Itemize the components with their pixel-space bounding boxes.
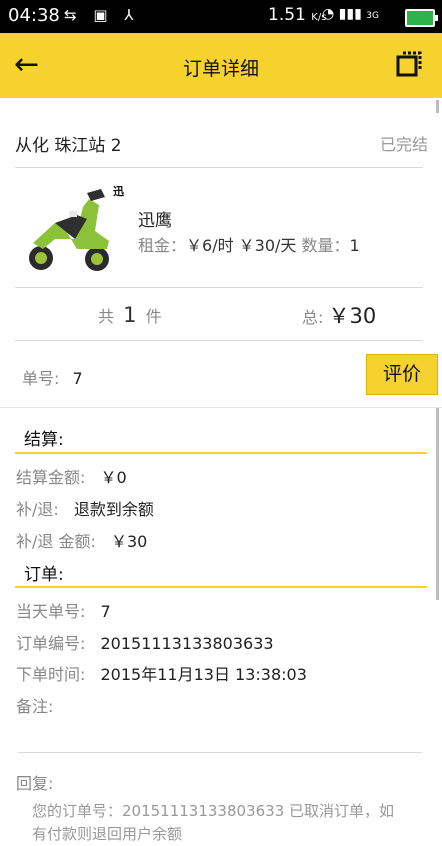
section-underline (15, 586, 427, 588)
signal-icons: ◔ ▮▮▮ 3G (322, 6, 379, 22)
divider (15, 167, 423, 168)
item-count: 共 1 件 (98, 303, 162, 327)
order-number-label: 单号: (22, 369, 60, 388)
settlement-amount-value: ￥0 (100, 468, 127, 487)
refund-amount-label: 补/退 金额: (16, 532, 96, 551)
day-order-number: 当天单号: 7 (16, 598, 111, 622)
order-time-value: 2015年11月13日 13:38:03 (100, 665, 307, 684)
refund-type: 补/退: 退款到余额 (16, 496, 154, 520)
total-value: ￥30 (328, 304, 377, 328)
divider (18, 752, 422, 753)
total-label: 总: (302, 308, 324, 327)
clock: 04:38 (8, 5, 60, 26)
network-speed: 1.51 K/s (268, 5, 327, 25)
order-status: 已完结 (379, 135, 428, 154)
order-number-value: 7 (72, 369, 83, 388)
order-number: 单号: 7 (22, 365, 83, 389)
divider (15, 340, 423, 341)
refund-type-value: 退款到余额 (73, 500, 154, 519)
rent-label: 租金： (138, 236, 187, 255)
brand-mark: 迅 (113, 185, 124, 198)
order-note-label: 备注: (16, 697, 54, 716)
refund-type-label: 补/退: (16, 500, 59, 519)
battery-icon (405, 9, 438, 27)
count-value: 1 (123, 303, 137, 327)
order-serial-label: 订单编号: (16, 634, 86, 653)
station-name: 从化 珠江站 2 (15, 136, 122, 156)
order-info-title: 订单: (24, 565, 64, 585)
qty-value: 1 (349, 236, 360, 255)
order-serial-value: 20151113133803633 (100, 634, 274, 653)
day-order-number-label: 当天单号: (16, 602, 86, 621)
app-bar: ← 订单详细 (0, 33, 442, 98)
reply-label: 回复: (16, 774, 54, 793)
page-title: 订单详细 (182, 58, 259, 80)
refund-amount: 补/退 金额: ￥30 (16, 528, 147, 552)
rate-button[interactable]: 评价 (366, 354, 438, 395)
settlement-title: 结算: (24, 430, 64, 450)
section-underline (15, 452, 427, 454)
settlement-amount-label: 结算金额: (16, 468, 86, 487)
count-suffix: 件 (145, 307, 162, 326)
product-name: 迅鹰 (138, 211, 172, 231)
copy-icon[interactable] (396, 51, 422, 77)
rent-value: ￥6/时 ￥30/天 (186, 236, 297, 255)
reply-text: 您的订单号：20151113133803633 已取消订单，如有付款则退回用户余… (32, 802, 395, 843)
count-prefix: 共 (98, 307, 115, 326)
order-total: 总: ￥30 (302, 300, 376, 330)
notification-icons: ⇆ ▣ ⅄ (64, 6, 140, 24)
settlement-amount: 结算金额: ￥0 (16, 464, 127, 488)
qty-label: 数量： (301, 236, 350, 255)
order-time-label: 下单时间: (16, 665, 86, 684)
day-order-number-value: 7 (100, 602, 111, 621)
product-price-line: 租金：￥6/时 ￥30/天 数量：1 (138, 232, 360, 256)
order-time: 下单时间: 2015年11月13日 13:38:03 (16, 661, 307, 685)
order-serial: 订单编号: 20151113133803633 (16, 630, 274, 654)
refund-amount-value: ￥30 (110, 532, 148, 551)
scooter-image (29, 189, 109, 271)
status-bar: 04:38 ⇆ ▣ ⅄ 1.51 K/s ◔ ▮▮▮ 3G (0, 0, 442, 33)
divider (15, 287, 423, 288)
